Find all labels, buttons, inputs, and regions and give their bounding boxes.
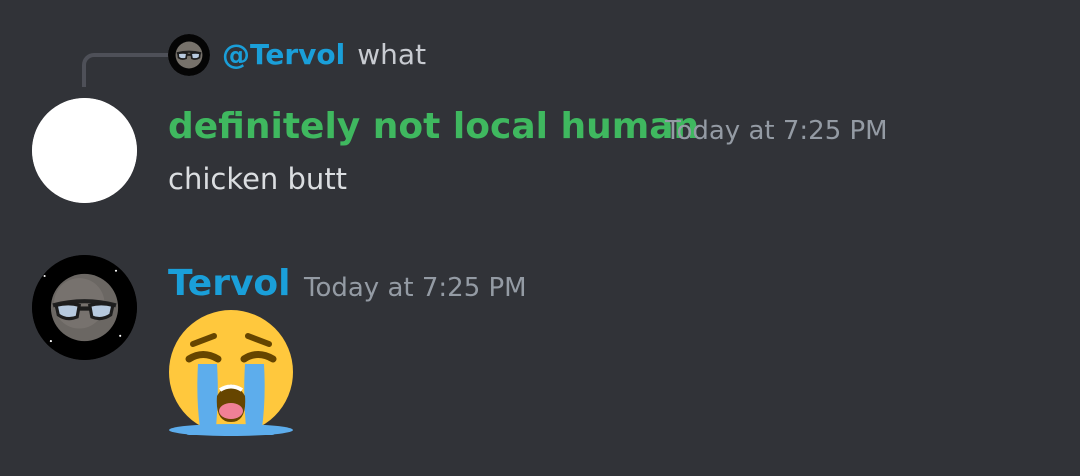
blank-white-avatar-icon xyxy=(32,98,137,203)
message-timestamp[interactable]: Today at 7:25 PM xyxy=(304,267,527,309)
loudly-crying-face-icon xyxy=(169,310,293,436)
reply-message-text[interactable]: what xyxy=(357,34,426,76)
loudly-crying-face-emoji[interactable] xyxy=(166,310,296,440)
message-author-avatar[interactable] xyxy=(32,255,137,360)
message-author-avatar[interactable] xyxy=(32,98,137,203)
message-timestamp[interactable]: Today at 7:25 PM xyxy=(665,110,888,152)
reply-author-avatar-icon[interactable] xyxy=(168,34,210,76)
reply-username[interactable]: @Tervol xyxy=(222,34,345,76)
message-author-name[interactable]: definitely not local human xyxy=(168,106,699,148)
planet-face-avatar-icon xyxy=(32,255,137,360)
reply-preview[interactable]: @Tervol what xyxy=(168,34,426,76)
reply-connector-line xyxy=(82,53,168,87)
message-author-name[interactable]: Tervol xyxy=(168,263,290,305)
message-content: chicken butt xyxy=(168,162,348,196)
planet-face-icon xyxy=(168,34,210,76)
